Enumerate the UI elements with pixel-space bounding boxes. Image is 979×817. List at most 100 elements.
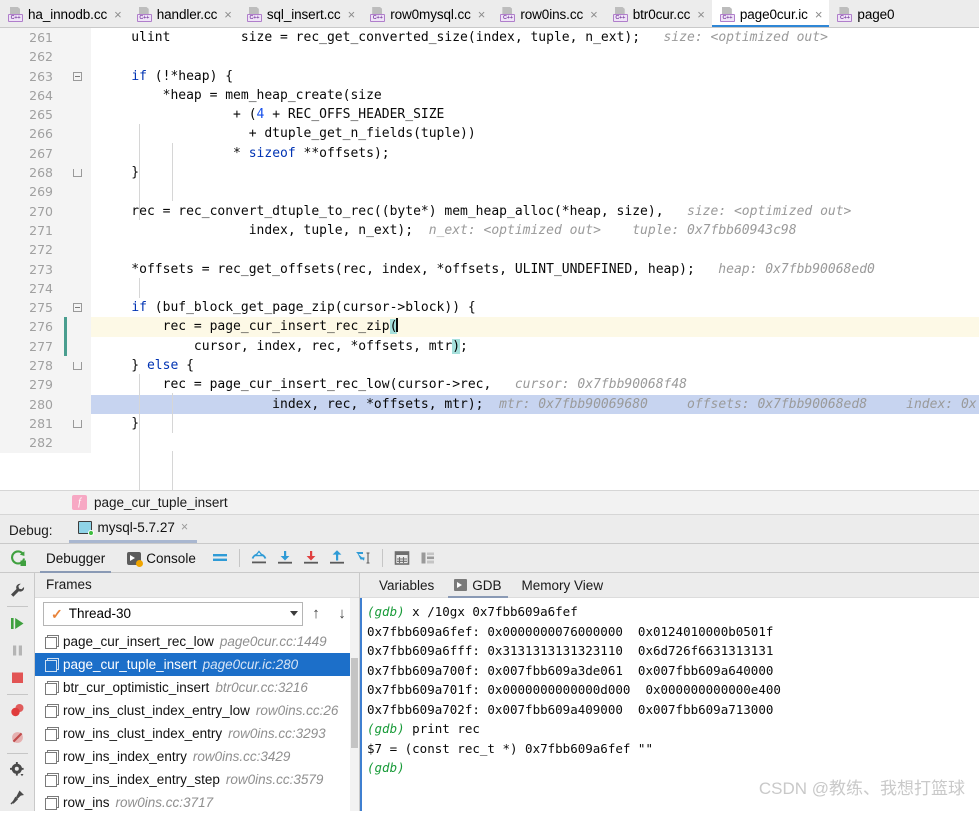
fold-column[interactable] (64, 317, 91, 337)
code-line[interactable]: 279 rec = page_cur_insert_rec_low(cursor… (0, 375, 979, 395)
fold-column[interactable] (64, 298, 91, 318)
settings-wrench-button[interactable] (0, 577, 35, 604)
fold-column[interactable] (64, 66, 91, 86)
fold-marker-icon[interactable] (73, 362, 82, 371)
thread-select[interactable]: ✓ Thread-30 (43, 601, 303, 626)
tab-console[interactable]: Console (116, 544, 207, 573)
frame-list-item[interactable]: row_ins_index_entry row0ins.cc:3429 (35, 745, 359, 768)
layout-settings-button[interactable] (415, 545, 441, 571)
fold-column[interactable] (64, 124, 91, 144)
frames-scrollbar[interactable] (350, 598, 359, 811)
fold-column[interactable] (64, 413, 91, 434)
code-line[interactable]: 271 index, tuple, n_ext); n_ext: <optimi… (0, 220, 979, 241)
code-line[interactable]: 275 if (buf_block_get_page_zip(cursor->b… (0, 298, 979, 318)
mute-breakpoints-button[interactable] (0, 724, 35, 751)
step-out-button[interactable] (324, 545, 350, 571)
rerun-button[interactable] (0, 549, 35, 567)
fold-column[interactable] (64, 220, 91, 241)
step-into-button[interactable] (272, 545, 298, 571)
editor-tab-row0ins-cc[interactable]: C++ row0ins.cc × (492, 0, 604, 27)
tab-debugger[interactable]: Debugger (35, 544, 116, 573)
tab-variables[interactable]: Variables (369, 573, 444, 598)
editor-tab-sql-insert-cc[interactable]: C++ sql_insert.cc × (239, 0, 362, 27)
debugger-settings-gear-button[interactable] (0, 756, 35, 783)
frame-up-button[interactable]: ↑ (303, 602, 329, 626)
code-line[interactable]: 261 ulint size = rec_get_converted_size(… (0, 28, 979, 48)
frame-list-item[interactable]: row_ins_clust_index_entry_low row0ins.cc:… (35, 699, 359, 722)
vcs-change-marker[interactable] (64, 336, 67, 357)
editor-tab-page0cur-ic[interactable]: C++ page0cur.ic × (711, 0, 830, 27)
fold-column[interactable] (64, 85, 91, 106)
fold-column[interactable] (64, 375, 91, 395)
breadcrumb[interactable]: f page_cur_tuple_insert (0, 490, 979, 515)
code-line[interactable]: 269 (0, 182, 979, 202)
code-line[interactable]: 265 + (4 + REC_OFFS_HEADER_SIZE (0, 105, 979, 125)
editor-tab-page0[interactable]: C++ page0 (829, 0, 901, 27)
view-breakpoints-button[interactable] (0, 696, 35, 723)
step-over-button[interactable] (246, 545, 272, 571)
code-line[interactable]: 262 (0, 47, 979, 67)
stop-program-button[interactable] (0, 664, 35, 691)
fold-column[interactable] (64, 105, 91, 125)
resume-program-button[interactable] (0, 609, 35, 636)
code-line[interactable]: 273 *offsets = rec_get_offsets(rec, inde… (0, 259, 979, 279)
editor-tab-handler-cc[interactable]: C++ handler.cc × (129, 0, 239, 27)
fold-column[interactable] (64, 28, 91, 48)
fold-column[interactable] (64, 394, 91, 414)
fold-column[interactable] (64, 47, 91, 67)
code-line[interactable]: 263 if (!*heap) { (0, 66, 979, 86)
fold-column[interactable] (64, 163, 91, 183)
close-icon[interactable]: × (590, 8, 598, 21)
close-icon[interactable]: × (114, 8, 122, 21)
frame-list-item[interactable]: page_cur_tuple_insert page0cur.ic:280 (35, 652, 359, 676)
code-line[interactable]: 282 (0, 433, 979, 453)
code-line[interactable]: 267 * sizeof **offsets); (0, 143, 979, 164)
fold-column[interactable] (64, 336, 91, 357)
code-line[interactable]: 270 rec = rec_convert_dtuple_to_rec((byt… (0, 201, 979, 221)
fold-column[interactable] (64, 182, 91, 202)
fold-marker-icon[interactable] (73, 71, 82, 81)
frame-list-item[interactable]: btr_cur_optimistic_insert btr0cur.cc:3216 (35, 676, 359, 699)
close-icon[interactable]: × (478, 8, 486, 21)
fold-column[interactable] (64, 278, 91, 299)
close-icon[interactable]: × (348, 8, 356, 21)
frame-list-item[interactable]: row_ins row0ins.cc:3717 (35, 791, 359, 811)
code-line[interactable]: 274 (0, 278, 979, 299)
code-editor[interactable]: 261 ulint size = rec_get_converted_size(… (0, 28, 979, 490)
code-line[interactable]: 268 } (0, 163, 979, 183)
close-icon[interactable]: × (697, 8, 705, 21)
editor-tab-ha-innodb-cc[interactable]: C++ ha_innodb.cc × (0, 0, 129, 27)
fold-marker-icon[interactable] (73, 303, 82, 313)
frame-list-item[interactable]: row_ins_index_entry_step row0ins.cc:3579 (35, 768, 359, 791)
code-line[interactable]: 264 *heap = mem_heap_create(size (0, 85, 979, 106)
tab-memory-view[interactable]: Memory View (512, 573, 614, 598)
fold-column[interactable] (64, 259, 91, 279)
pause-program-button[interactable] (0, 637, 35, 664)
gdb-console-output[interactable]: (gdb) x /10gx 0x7fbb609a6fef 0x7fbb609a6f… (360, 598, 979, 811)
code-line[interactable]: 281 } (0, 413, 979, 434)
editor-tab-row0mysql-cc[interactable]: C++ row0mysql.cc × (362, 0, 492, 27)
fold-column[interactable] (64, 201, 91, 221)
code-line[interactable]: 277 cursor, index, rec, *offsets, mtr); (0, 336, 979, 357)
run-to-cursor-button[interactable] (350, 545, 376, 571)
vcs-change-marker[interactable] (64, 317, 67, 337)
fold-marker-icon[interactable] (73, 419, 82, 428)
frames-list[interactable]: page_cur_insert_rec_low page0cur.cc:1449 p… (35, 629, 359, 811)
evaluate-expression-button[interactable] (389, 545, 415, 571)
fold-marker-icon[interactable] (73, 169, 82, 178)
code-line[interactable]: 276 rec = page_cur_insert_rec_zip( (0, 317, 979, 337)
run-configuration-tab[interactable]: mysql-5.7.27 × (68, 515, 198, 543)
fold-column[interactable] (64, 356, 91, 376)
tab-gdb[interactable]: GDB (444, 573, 511, 598)
pin-tab-button[interactable] (0, 784, 35, 811)
editor-tab-btr0cur-cc[interactable]: C++ btr0cur.cc × (605, 0, 712, 27)
close-icon[interactable]: × (815, 8, 823, 21)
code-line[interactable]: 280 index, rec, *offsets, mtr); mtr: 0x7… (0, 394, 979, 414)
code-line[interactable]: 278 } else { (0, 356, 979, 376)
fold-column[interactable] (64, 143, 91, 164)
code-line[interactable]: 266 + dtuple_get_n_fields(tuple)) (0, 124, 979, 144)
code-line[interactable]: 272 (0, 240, 979, 260)
show-execution-point-button[interactable] (207, 545, 233, 571)
close-icon[interactable]: × (181, 520, 188, 534)
frame-list-item[interactable]: row_ins_clust_index_entry row0ins.cc:3293 (35, 722, 359, 745)
